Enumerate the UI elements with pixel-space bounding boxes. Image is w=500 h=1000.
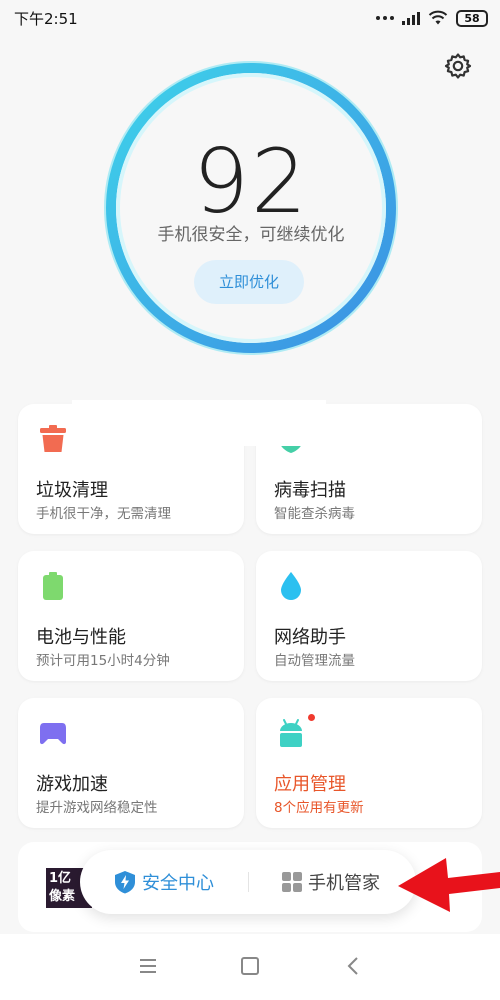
- switch-divider: [248, 872, 249, 892]
- card-title: 垃圾清理: [36, 480, 108, 501]
- shield-bolt-icon: [115, 871, 135, 894]
- gamepad-icon: [40, 723, 66, 745]
- phone-manager-tab[interactable]: 手机管家: [282, 850, 380, 914]
- android-icon: [280, 719, 302, 747]
- battery-icon: 58: [456, 9, 488, 27]
- grid-icon: [282, 872, 302, 892]
- card-subtitle: 手机很干净，无需清理: [36, 506, 171, 522]
- system-nav-bar: [0, 934, 500, 1000]
- score-description: 手机很安全，可继续优化: [157, 225, 345, 245]
- menu-icon[interactable]: [136, 954, 160, 978]
- card-title: 应用管理: [274, 774, 346, 795]
- card-subtitle: 提升游戏网络稳定性: [36, 800, 158, 816]
- card-subtitle: 8个应用有更新: [274, 800, 364, 816]
- card-network-assistant[interactable]: 网络助手 自动管理流量: [256, 551, 482, 681]
- trash-icon: [40, 425, 66, 452]
- card-game-boost[interactable]: 游戏加速 提升游戏网络稳定性: [18, 698, 244, 828]
- water-drop-icon: [281, 572, 301, 600]
- back-icon[interactable]: [342, 954, 366, 978]
- card-subtitle: 自动管理流量: [274, 653, 355, 669]
- card-subtitle: 智能查杀病毒: [274, 506, 355, 522]
- card-title: 游戏加速: [36, 774, 108, 795]
- status-icons: 58: [376, 9, 488, 27]
- card-app-management[interactable]: 应用管理 8个应用有更新: [256, 698, 482, 828]
- battery-icon: [43, 572, 63, 600]
- app-switch-bar: 安全中心 手机管家: [80, 850, 416, 914]
- card-title: 病毒扫描: [274, 480, 346, 501]
- wifi-icon: [428, 10, 448, 25]
- gear-icon[interactable]: [444, 52, 472, 80]
- security-score: 92: [193, 130, 309, 233]
- phone-manager-label: 手机管家: [308, 873, 380, 894]
- status-bar: 下午2:51 58: [0, 0, 500, 36]
- status-time: 下午2:51: [14, 9, 78, 28]
- red-arrow-annotation: [398, 858, 500, 912]
- card-battery-performance[interactable]: 电池与性能 预计可用15小时4分钟: [18, 551, 244, 681]
- card-subtitle: 预计可用15小时4分钟: [36, 653, 170, 669]
- dots-icon: [376, 16, 394, 20]
- security-center-label: 安全中心: [142, 873, 214, 894]
- card-title: 网络助手: [274, 627, 346, 648]
- security-score-ring: 92 手机很安全，可继续优化 立即优化: [94, 60, 408, 360]
- update-badge-dot: [308, 714, 315, 721]
- optimize-now-button[interactable]: 立即优化: [194, 260, 304, 304]
- card-title: 电池与性能: [36, 627, 126, 648]
- home-icon[interactable]: [238, 954, 262, 978]
- signal-icon: [402, 11, 420, 25]
- security-center-tab[interactable]: 安全中心: [114, 850, 214, 914]
- redaction-block: [72, 400, 326, 446]
